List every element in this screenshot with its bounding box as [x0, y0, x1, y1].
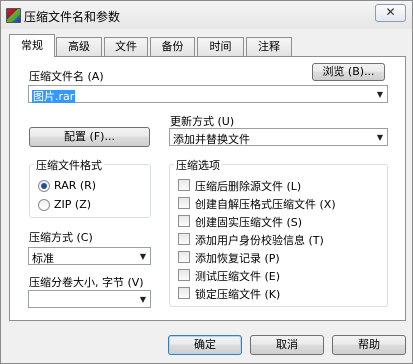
help-button[interactable]: 帮助 — [332, 335, 406, 355]
add-recovery-record-checkbox[interactable] — [178, 251, 190, 263]
archive-name-combobox[interactable]: 图片.rar ▼ — [28, 85, 388, 103]
profiles-button-label: 配置 (F)... — [64, 130, 115, 143]
tab-label: 注释 — [258, 40, 280, 53]
test-archive-label[interactable]: 测试压缩文件 (E) — [195, 268, 280, 284]
add-recovery-record-label[interactable]: 添加恢复记录 (P) — [195, 250, 280, 266]
tab-backup[interactable]: 备份 — [150, 37, 195, 56]
create-solid-checkbox[interactable] — [178, 215, 190, 227]
compression-method-value: 标准 — [32, 252, 54, 265]
chevron-down-icon[interactable]: ▼ — [140, 252, 146, 261]
lock-archive-label[interactable]: 锁定压缩文件 (K) — [195, 286, 280, 302]
delete-after-archiving-checkbox[interactable] — [178, 179, 190, 191]
archive-name-text: 图片.rar — [32, 90, 76, 103]
tab-time[interactable]: 时间 — [197, 37, 244, 56]
ok-button-label: 确定 — [194, 338, 216, 351]
close-icon: ✕ — [385, 5, 396, 19]
profiles-button[interactable]: 配置 (F)... — [29, 127, 150, 147]
update-mode-value: 添加并替换文件 — [173, 133, 250, 146]
create-solid-label[interactable]: 创建固实压缩文件 (S) — [195, 214, 302, 230]
tab-label: 高级 — [68, 40, 90, 53]
rar-radio[interactable] — [38, 180, 50, 192]
split-volumes-label: 压缩分卷大小, 字节 (V) — [29, 276, 144, 289]
create-sfx-checkbox[interactable] — [178, 197, 190, 209]
cancel-button-label: 取消 — [276, 338, 298, 351]
archive-options-title: 压缩选项 — [174, 157, 222, 173]
compression-method-select[interactable]: 标准 ▼ — [28, 247, 151, 265]
title-bar[interactable]: 压缩文件名和参数 ✕ — [1, 1, 412, 29]
rar-radio-label[interactable]: RAR (R) — [54, 179, 96, 192]
chevron-down-icon[interactable]: ▼ — [377, 133, 383, 142]
update-mode-label: 更新方式 (U) — [170, 115, 235, 128]
create-sfx-label[interactable]: 创建自解压格式压缩文件 (X) — [195, 196, 336, 212]
update-mode-select[interactable]: 添加并替换文件 ▼ — [169, 128, 388, 146]
winrar-icon — [6, 8, 21, 23]
window-title: 压缩文件名和参数 — [24, 10, 121, 24]
tab-label: 文件 — [115, 40, 137, 53]
tab-comment[interactable]: 注释 — [246, 37, 292, 56]
browse-button-label: 浏览 (B)... — [322, 65, 375, 78]
archive-dialog: 压缩文件名和参数 ✕ 常规 高级 文件 备份 时间 注释 压缩文件名 (A) 浏… — [0, 0, 413, 364]
add-authenticity-label[interactable]: 添加用户身份校验信息 (T) — [195, 232, 324, 248]
help-button-label: 帮助 — [358, 338, 380, 351]
chevron-down-icon[interactable]: ▼ — [140, 295, 146, 304]
split-volumes-combobox[interactable]: ▼ — [28, 290, 151, 308]
chevron-down-icon[interactable]: ▼ — [377, 90, 383, 99]
ok-button[interactable]: 确定 — [168, 335, 242, 355]
archive-name-label: 压缩文件名 (A) — [29, 70, 104, 83]
cancel-button[interactable]: 取消 — [250, 335, 324, 355]
delete-after-archiving-label[interactable]: 压缩后删除源文件 (L) — [195, 178, 301, 194]
tab-label: 常规 — [21, 39, 43, 52]
tab-advanced[interactable]: 高级 — [56, 37, 102, 56]
archive-format-title: 压缩文件格式 — [34, 157, 104, 173]
compression-method-label: 压缩方式 (C) — [29, 231, 93, 244]
zip-radio-label[interactable]: ZIP (Z) — [54, 198, 91, 211]
add-authenticity-checkbox[interactable] — [178, 233, 190, 245]
close-button[interactable]: ✕ — [375, 4, 406, 22]
zip-radio[interactable] — [38, 199, 50, 211]
tab-label: 时间 — [209, 40, 232, 53]
tab-general[interactable]: 常规 — [9, 34, 55, 57]
archive-name-value: 图片.rar — [32, 88, 76, 104]
tab-files[interactable]: 文件 — [104, 37, 148, 56]
test-archive-checkbox[interactable] — [178, 269, 190, 281]
tab-label: 备份 — [161, 40, 184, 53]
browse-button[interactable]: 浏览 (B)... — [312, 63, 385, 81]
lock-archive-checkbox[interactable] — [178, 287, 190, 299]
